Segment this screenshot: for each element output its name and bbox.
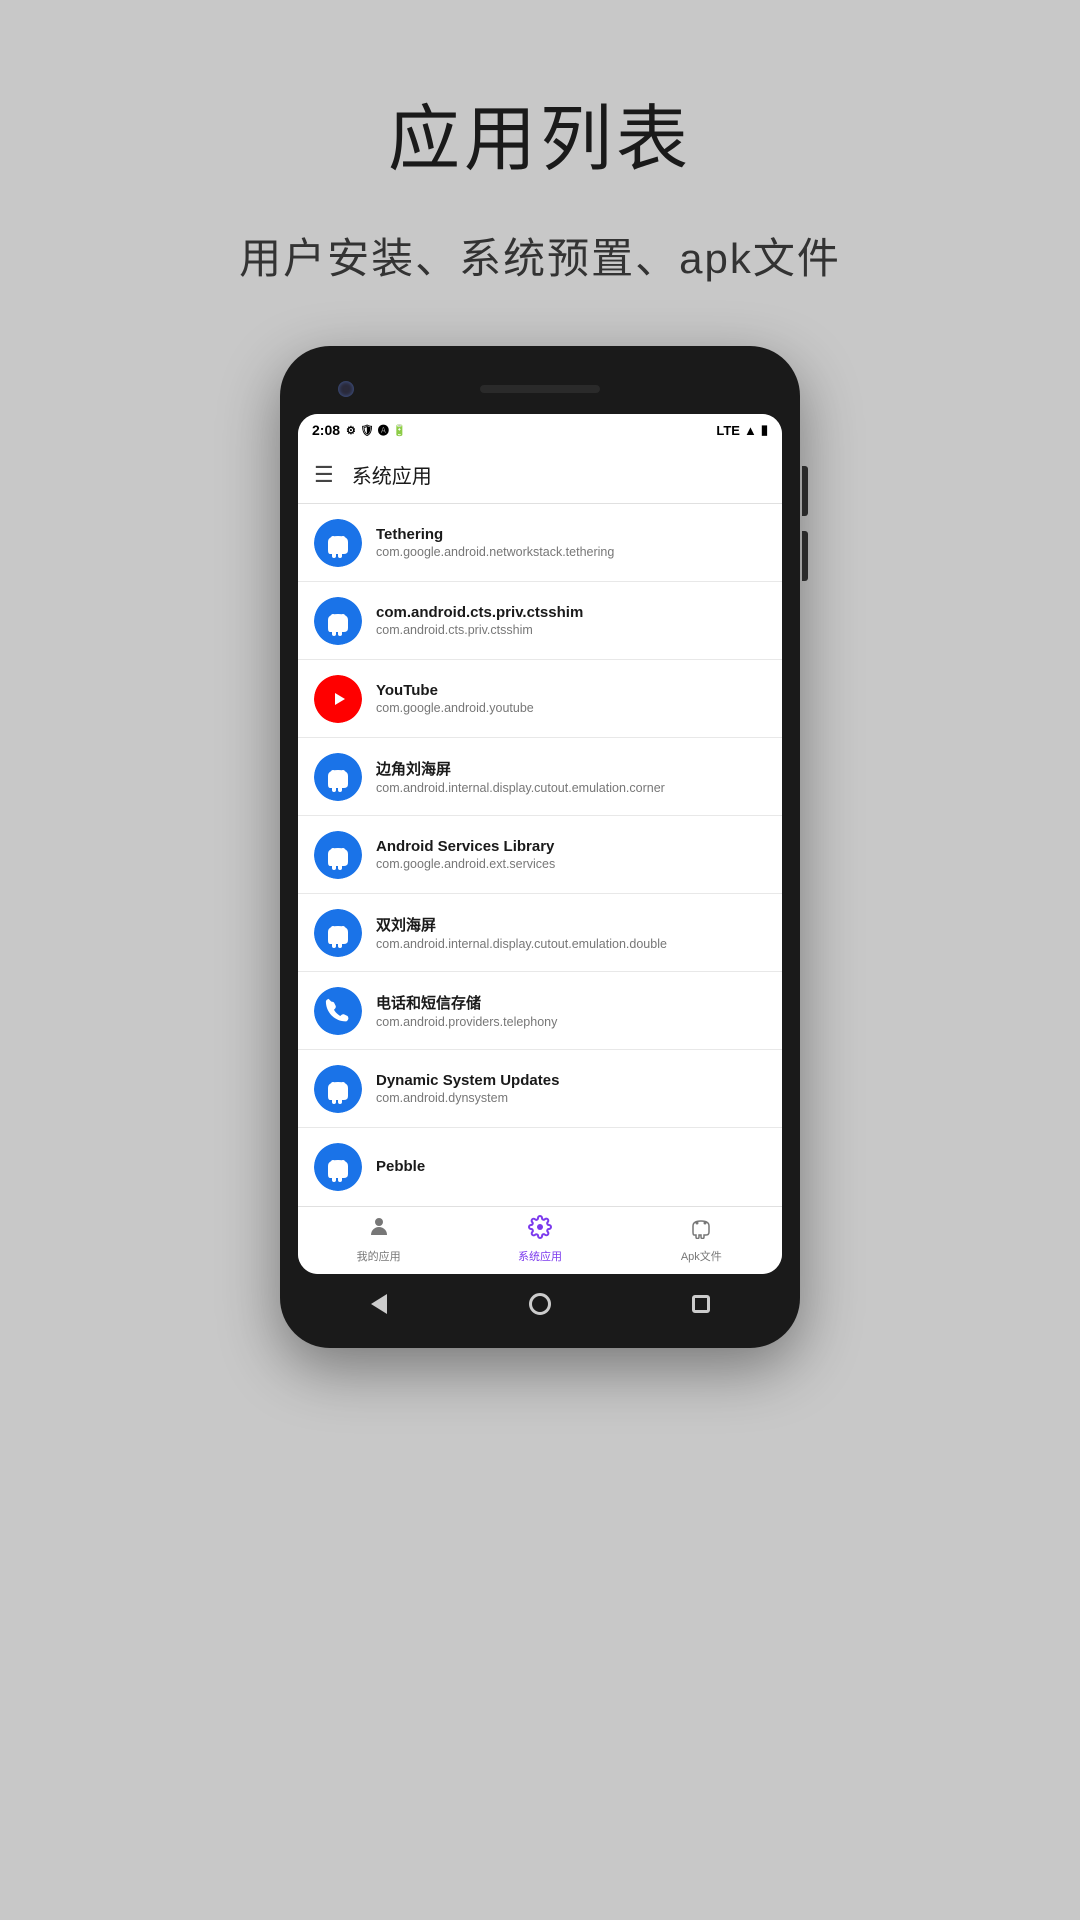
person-icon <box>367 1215 391 1245</box>
app-info: 双刘海屏 com.android.internal.display.cutout… <box>376 914 766 951</box>
list-item[interactable]: com.android.cts.priv.ctsshim com.android… <box>298 582 782 660</box>
status-time: 2:08 <box>312 422 340 438</box>
recent-square-icon <box>692 1295 710 1313</box>
app-header: ☰ 系统应用 <box>298 446 782 504</box>
app-package: com.android.internal.display.cutout.emul… <box>376 781 766 795</box>
nav-item-apk[interactable]: Apk文件 <box>661 1215 741 1264</box>
status-left: 2:08 ⚙ 🛡 🅐 🔋 <box>312 422 407 438</box>
app-icon-android-services <box>314 831 362 879</box>
list-item[interactable]: 边角刘海屏 com.android.internal.display.cutou… <box>298 738 782 816</box>
battery-icon: ▮ <box>761 422 768 438</box>
list-item[interactable]: Pebble <box>298 1128 782 1206</box>
vpn-icon: 🅐 <box>378 422 389 438</box>
app-info: Android Services Library com.google.andr… <box>376 838 766 871</box>
list-item[interactable]: Tethering com.google.android.networkstac… <box>298 504 782 582</box>
nav-label-my-apps: 我的应用 <box>357 1248 401 1264</box>
app-package: com.google.android.youtube <box>376 701 766 715</box>
phone-frame: 2:08 ⚙ 🛡 🅐 🔋 LTE ▲ ▮ ☰ 系统应用 <box>280 346 800 1348</box>
app-name: Pebble <box>376 1158 766 1175</box>
app-info: Pebble <box>376 1158 766 1177</box>
app-name: Tethering <box>376 526 766 543</box>
home-button[interactable] <box>522 1286 558 1322</box>
app-name: 电话和短信存储 <box>376 992 766 1013</box>
bottom-nav: 我的应用 系统应用 A <box>298 1206 782 1274</box>
app-info: 电话和短信存储 com.android.providers.telephony <box>376 992 766 1029</box>
gear-icon <box>528 1215 552 1245</box>
back-triangle-icon <box>371 1294 387 1314</box>
volume-down-button <box>802 531 808 581</box>
app-icon-corner <box>314 753 362 801</box>
page-header: 应用列表 用户安装、系统预置、apk文件 <box>239 80 841 286</box>
app-list: Tethering com.google.android.networkstac… <box>298 504 782 1206</box>
app-icon-dynsystem <box>314 1065 362 1113</box>
app-header-title: 系统应用 <box>352 460 432 489</box>
status-right: LTE ▲ ▮ <box>716 422 768 438</box>
page-title: 应用列表 <box>239 80 841 185</box>
app-icon-double-cutout <box>314 909 362 957</box>
app-icon-telephony <box>314 987 362 1035</box>
list-item[interactable]: Android Services Library com.google.andr… <box>298 816 782 894</box>
list-item[interactable]: 电话和短信存储 com.android.providers.telephony <box>298 972 782 1050</box>
app-info: Tethering com.google.android.networkstac… <box>376 526 766 559</box>
app-package: com.android.cts.priv.ctsshim <box>376 623 766 637</box>
list-item[interactable]: YouTube com.google.android.youtube <box>298 660 782 738</box>
app-name: 边角刘海屏 <box>376 758 766 779</box>
nav-label-apk: Apk文件 <box>681 1248 722 1264</box>
app-icon-pebble <box>314 1143 362 1191</box>
app-name: com.android.cts.priv.ctsshim <box>376 604 766 621</box>
signal-icon: ▲ <box>744 423 757 438</box>
app-info: YouTube com.google.android.youtube <box>376 682 766 715</box>
nav-label-system-apps: 系统应用 <box>518 1248 562 1264</box>
app-package: com.android.providers.telephony <box>376 1015 766 1029</box>
app-name: YouTube <box>376 682 766 699</box>
page-subtitle: 用户安装、系统预置、apk文件 <box>239 225 841 286</box>
phone-top-bar <box>298 364 782 414</box>
app-info: 边角刘海屏 com.android.internal.display.cutou… <box>376 758 766 795</box>
list-item[interactable]: Dynamic System Updates com.android.dynsy… <box>298 1050 782 1128</box>
app-name: 双刘海屏 <box>376 914 766 935</box>
home-circle-icon <box>529 1293 551 1315</box>
app-icon-youtube <box>314 675 362 723</box>
app-info: com.android.cts.priv.ctsshim com.android… <box>376 604 766 637</box>
app-icon-tethering <box>314 519 362 567</box>
nav-item-my-apps[interactable]: 我的应用 <box>339 1215 419 1264</box>
settings-icon: ⚙ <box>346 424 356 437</box>
back-button[interactable] <box>361 1286 397 1322</box>
battery-saver-icon: 🔋 <box>393 424 407 437</box>
list-item[interactable]: 双刘海屏 com.android.internal.display.cutout… <box>298 894 782 972</box>
status-icons: ⚙ 🛡 🅐 🔋 <box>346 422 407 438</box>
recents-button[interactable] <box>683 1286 719 1322</box>
app-icon-ctsshim <box>314 597 362 645</box>
app-package: com.google.android.networkstack.tetherin… <box>376 545 766 559</box>
speaker <box>480 385 600 393</box>
app-package: com.google.android.ext.services <box>376 857 766 871</box>
shield-icon: 🛡 <box>360 424 374 437</box>
hamburger-icon[interactable]: ☰ <box>314 464 334 486</box>
network-type: LTE <box>716 423 740 438</box>
app-name: Dynamic System Updates <box>376 1072 766 1089</box>
front-camera <box>338 381 354 397</box>
phone-nav-bar <box>298 1274 782 1330</box>
app-name: Android Services Library <box>376 838 766 855</box>
phone-screen: 2:08 ⚙ 🛡 🅐 🔋 LTE ▲ ▮ ☰ 系统应用 <box>298 414 782 1274</box>
app-package: com.android.internal.display.cutout.emul… <box>376 937 766 951</box>
android-icon <box>689 1215 713 1245</box>
app-info: Dynamic System Updates com.android.dynsy… <box>376 1072 766 1105</box>
nav-item-system-apps[interactable]: 系统应用 <box>500 1215 580 1264</box>
app-package: com.android.dynsystem <box>376 1091 766 1105</box>
volume-up-button <box>802 466 808 516</box>
status-bar: 2:08 ⚙ 🛡 🅐 🔋 LTE ▲ ▮ <box>298 414 782 446</box>
